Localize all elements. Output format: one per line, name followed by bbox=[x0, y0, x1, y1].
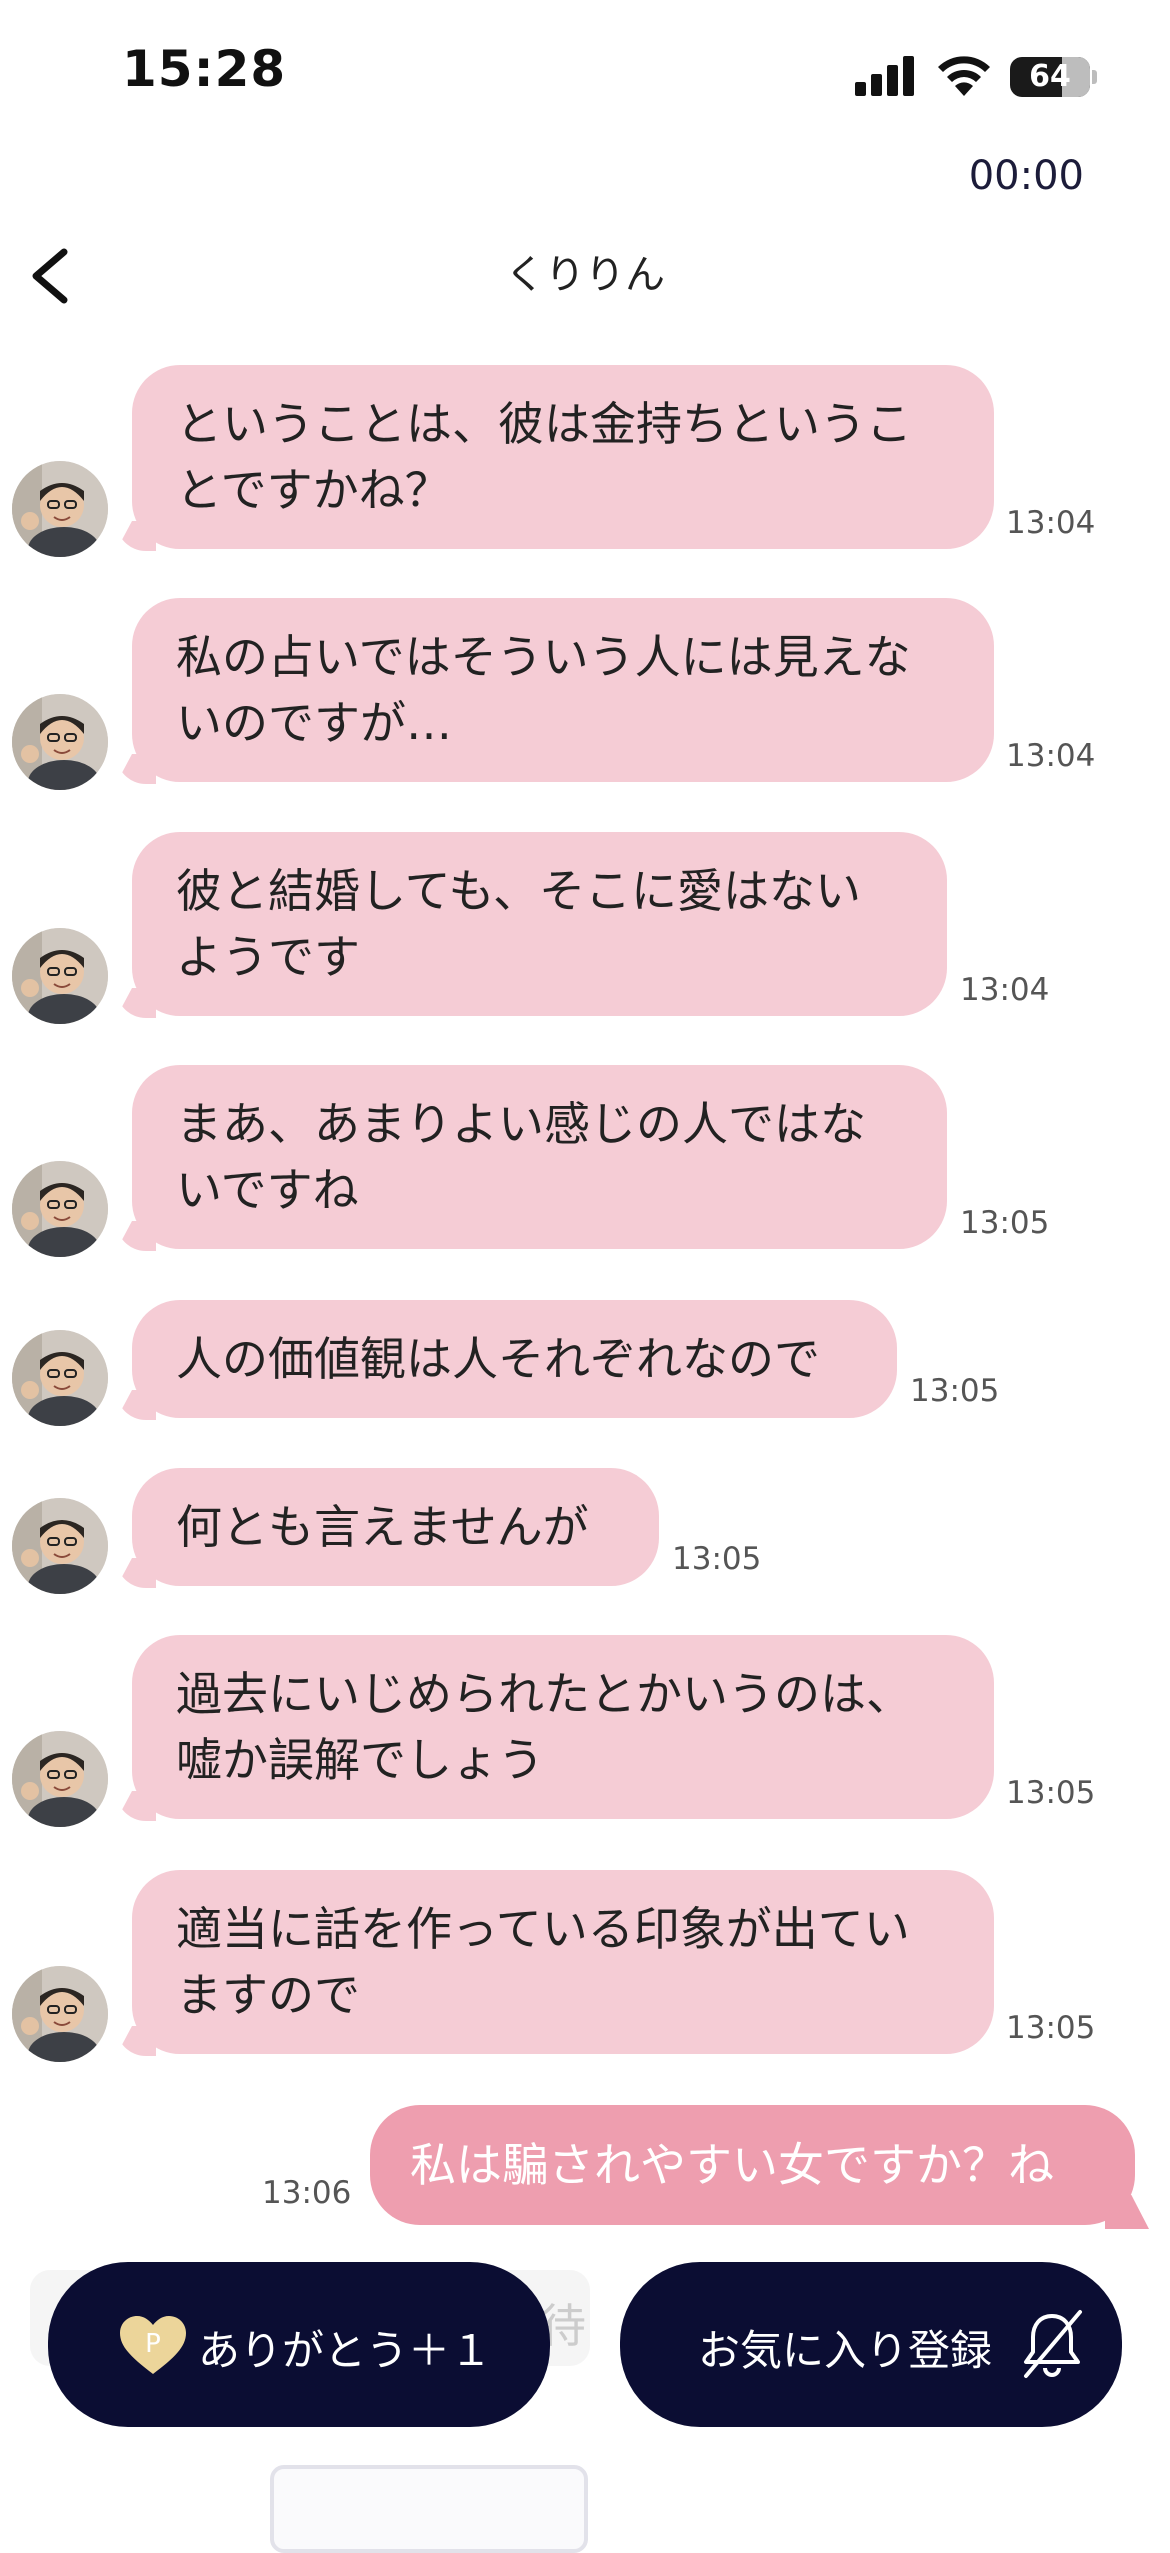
message-time: 13:04 bbox=[1006, 505, 1096, 541]
message-row: 私の占いではそういう人には見えな いのですが… 13:04 bbox=[0, 598, 1170, 790]
message-row: 適当に話を作っている印象が出てい ますので 13:05 bbox=[0, 1870, 1170, 2062]
message-text-line: 私の占いではそういう人には見えな bbox=[176, 630, 911, 684]
sender-avatar[interactable] bbox=[12, 1498, 108, 1594]
avatar-image bbox=[12, 1498, 108, 1594]
sender-avatar[interactable] bbox=[12, 1966, 108, 2062]
message-text-line: いですね bbox=[176, 1163, 359, 1217]
favorite-label: お気に入り登録 bbox=[698, 2326, 993, 2375]
call-timer: 00:00 bbox=[968, 153, 1084, 199]
wifi-icon bbox=[938, 56, 990, 96]
avatar-image bbox=[12, 1161, 108, 1257]
outgoing-time: 13:06 bbox=[262, 2175, 352, 2211]
message-text-line: いのですが… bbox=[176, 696, 452, 750]
thanks-button[interactable]: P ありがとう＋１ bbox=[48, 2262, 550, 2427]
incoming-message-bubble[interactable]: 人の価値観は人それぞれなので bbox=[132, 1300, 897, 1418]
message-row: まあ、あまりよい感じの人ではな いですね 13:05 bbox=[0, 1065, 1170, 1257]
incoming-message-bubble[interactable]: 何とも言えませんが bbox=[132, 1468, 659, 1586]
heart-points-icon: P bbox=[120, 2316, 186, 2374]
message-text-line: 嘘か誤解でしょう bbox=[176, 1733, 544, 1787]
message-row: 人の価値観は人それぞれなので 13:05 bbox=[0, 1300, 1170, 1426]
message-row: 過去にいじめられたとかいうのは、 嘘か誤解でしょう 13:05 bbox=[0, 1635, 1170, 1827]
message-time: 13:05 bbox=[960, 1205, 1050, 1241]
avatar-image bbox=[12, 1330, 108, 1426]
message-time: 13:05 bbox=[910, 1373, 1000, 1409]
message-text-line: 人の価値観は人それぞれなので bbox=[176, 1332, 820, 1386]
bell-off-icon bbox=[1024, 2310, 1082, 2378]
incoming-message-bubble[interactable]: 私の占いではそういう人には見えな いのですが… bbox=[132, 598, 994, 782]
message-text-line: ますので bbox=[176, 1968, 360, 2022]
message-text-line: とですかね？ bbox=[176, 463, 451, 517]
status-clock: 15:28 bbox=[122, 40, 287, 98]
svg-text:P: P bbox=[145, 2329, 161, 2359]
avatar-image bbox=[12, 694, 108, 790]
avatar-image bbox=[12, 1731, 108, 1827]
message-time: 13:05 bbox=[1006, 2010, 1096, 2046]
favorite-button[interactable]: お気に入り登録 bbox=[620, 2262, 1122, 2427]
avatar-image bbox=[12, 461, 108, 557]
incoming-message-bubble[interactable]: ということは、彼は金持ちというこ とですかね？ bbox=[132, 365, 994, 549]
chat-title: くりりん bbox=[505, 252, 665, 298]
sender-avatar[interactable] bbox=[12, 1731, 108, 1827]
message-text-line: ということは、彼は金持ちというこ bbox=[176, 397, 912, 451]
sender-avatar[interactable] bbox=[12, 694, 108, 790]
outgoing-message-bubble[interactable]: 私は騙されやすい女ですか？ね bbox=[370, 2105, 1135, 2225]
battery-level: 64 bbox=[1029, 59, 1071, 94]
status-bar: 15:28 64 bbox=[0, 0, 1170, 150]
message-time: 13:05 bbox=[1006, 1775, 1096, 1811]
sender-avatar[interactable] bbox=[12, 1161, 108, 1257]
message-row: 何とも言えませんが 13:05 bbox=[0, 1468, 1170, 1594]
thanks-label: ありがとう＋１ bbox=[198, 2326, 493, 2375]
incoming-message-bubble[interactable]: 過去にいじめられたとかいうのは、 嘘か誤解でしょう bbox=[132, 1635, 994, 1819]
avatar-image bbox=[12, 1966, 108, 2062]
message-text-line: ようです bbox=[176, 930, 360, 984]
bottom-decoration bbox=[270, 2465, 588, 2553]
battery-icon: 64 bbox=[1010, 57, 1090, 97]
incoming-message-bubble[interactable]: 適当に話を作っている印象が出てい ますので bbox=[132, 1870, 994, 2054]
sender-avatar[interactable] bbox=[12, 1330, 108, 1426]
message-text-line: 彼と結婚しても、そこに愛はない bbox=[176, 864, 861, 918]
avatar-image bbox=[12, 928, 108, 1024]
sender-avatar[interactable] bbox=[12, 461, 108, 557]
message-time: 13:05 bbox=[672, 1541, 762, 1577]
message-row: ということは、彼は金持ちというこ とですかね？ 13:04 bbox=[0, 365, 1170, 557]
battery-nub bbox=[1092, 70, 1097, 84]
message-text-line: 何とも言えませんが bbox=[176, 1500, 589, 1554]
signal-icon bbox=[855, 56, 914, 96]
message-text-line: 過去にいじめられたとかいうのは、 bbox=[176, 1667, 912, 1721]
sender-avatar[interactable] bbox=[12, 928, 108, 1024]
message-time: 13:04 bbox=[960, 972, 1050, 1008]
message-row: 彼と結婚しても、そこに愛はない ようです 13:04 bbox=[0, 832, 1170, 1024]
chat-header: くりりん bbox=[0, 220, 1170, 330]
incoming-message-bubble[interactable]: まあ、あまりよい感じの人ではな いですね bbox=[132, 1065, 947, 1249]
message-text-line: まあ、あまりよい感じの人ではな bbox=[176, 1097, 866, 1151]
message-text-line: 適当に話を作っている印象が出てい bbox=[176, 1902, 910, 1956]
message-time: 13:04 bbox=[1006, 738, 1096, 774]
incoming-message-bubble[interactable]: 彼と結婚しても、そこに愛はない ようです bbox=[132, 832, 947, 1016]
outgoing-message-text: 私は騙されやすい女ですか？ね bbox=[410, 2138, 1054, 2192]
